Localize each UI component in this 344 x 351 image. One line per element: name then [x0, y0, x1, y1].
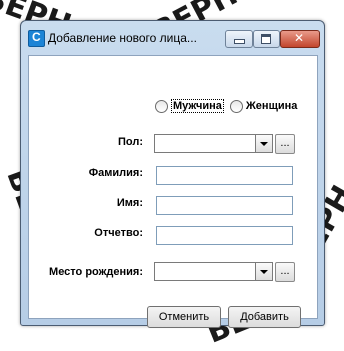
familiya-input[interactable]	[156, 166, 293, 185]
pol-browse-button[interactable]: ...	[275, 134, 295, 154]
app-c-icon	[28, 30, 45, 47]
male-radio[interactable]	[155, 99, 168, 113]
pol-select[interactable]	[154, 134, 273, 153]
cancel-button[interactable]: Отменить	[147, 306, 221, 328]
minimize-icon	[226, 31, 252, 47]
close-button[interactable]	[280, 30, 320, 48]
imya-input[interactable]	[156, 196, 293, 215]
maximize-icon	[254, 31, 279, 47]
dropdown-arrow-icon[interactable]	[255, 135, 272, 152]
imya-label: Имя:	[116, 197, 143, 209]
maximize-button[interactable]	[253, 30, 280, 48]
add-button[interactable]: Добавить	[228, 306, 301, 328]
male-radio-label[interactable]: Мужчина	[171, 99, 224, 113]
otchestvo-label: Отчетво:	[94, 227, 143, 239]
window-title: Добавление нового лица...	[48, 31, 197, 45]
dialog-window: Добавление нового лица... Мужчина Женщин…	[20, 20, 325, 328]
female-radio[interactable]	[229, 99, 243, 113]
pol-label: Пол:	[117, 136, 143, 148]
mesto-rozhdeniya-select[interactable]	[154, 262, 273, 281]
mesto-rozhdeniya-label: Место рождения:	[49, 266, 143, 278]
gender-radio-group: Мужчина Женщина	[155, 99, 297, 113]
minimize-button[interactable]	[225, 30, 253, 48]
otchestvo-input[interactable]	[156, 226, 293, 245]
familiya-label: Фамилия:	[88, 167, 143, 179]
mesto-browse-button[interactable]: ...	[275, 262, 295, 282]
close-icon	[281, 31, 319, 47]
form-panel: Мужчина Женщина Пол: ... Фамилия: Имя: О…	[28, 55, 318, 328]
dropdown-arrow-icon[interactable]	[255, 263, 272, 280]
title-bar[interactable]: Добавление нового лица...	[21, 21, 324, 48]
female-radio-label[interactable]: Женщина	[246, 100, 298, 112]
